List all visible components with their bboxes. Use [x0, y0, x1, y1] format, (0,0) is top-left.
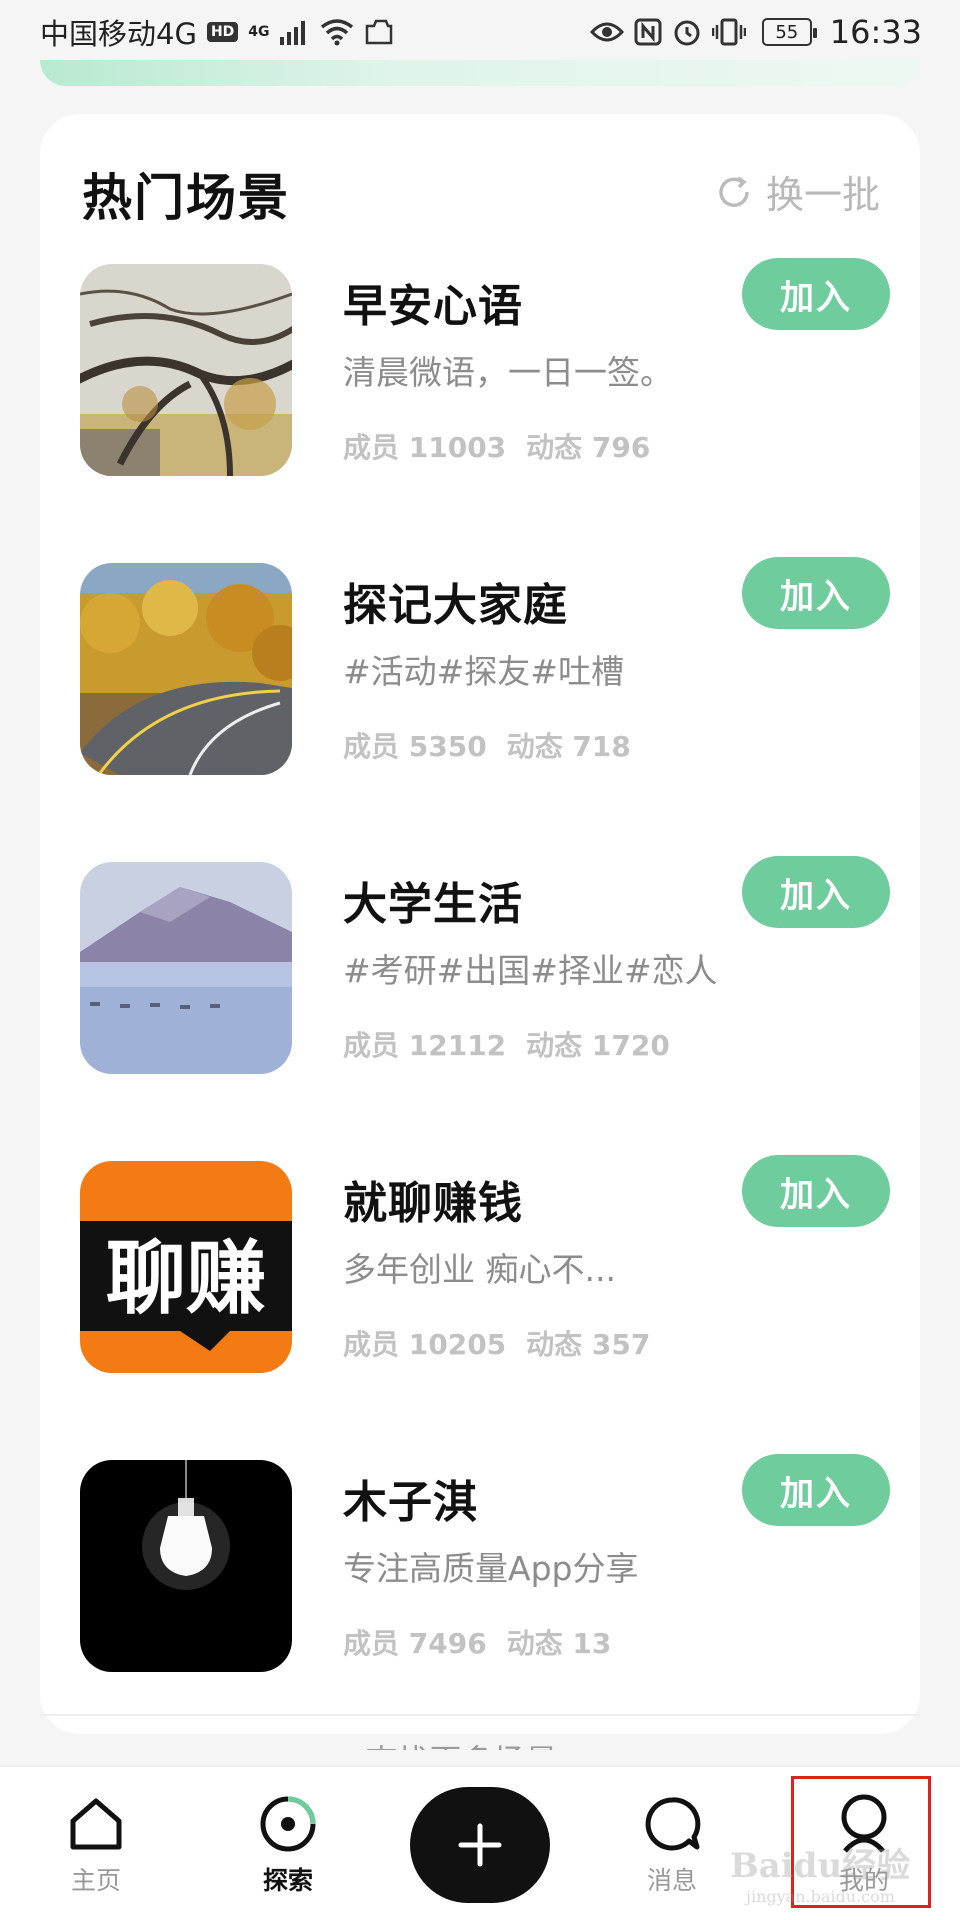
join-button[interactable]: 加入 [742, 1454, 890, 1526]
scene-item[interactable]: 探记大家庭 #活动#探友#吐槽 成员 5350 动态 718 加入 [80, 557, 890, 783]
home-icon [70, 1798, 122, 1850]
join-button[interactable]: 加入 [742, 557, 890, 629]
scene-item[interactable]: 大学生活 #考研#出国#择业#恋人 成员 12112 动态 1720 加入 [80, 856, 890, 1082]
scene-thumbnail[interactable]: 聊赚 [80, 1161, 292, 1373]
hot-scenes-card: 热门场景 换一批 早安心语 清晨微语，一日一签。 成员 11003 动态 796… [40, 114, 920, 1750]
wifi-icon [320, 19, 353, 46]
scene-name: 就聊赚钱 [343, 1178, 523, 1229]
top-banner[interactable] [40, 60, 920, 86]
scene-item[interactable]: 早安心语 清晨微语，一日一签。 成员 11003 动态 796 加入 [80, 258, 890, 484]
scene-stats: 成员 11003 动态 796 [343, 426, 670, 466]
eye-icon [589, 22, 624, 42]
autumn-road-image [80, 563, 292, 775]
tree-branches-image [80, 264, 292, 476]
scene-thumbnail[interactable] [80, 862, 292, 1074]
nav-home[interactable]: 主页 [36, 1793, 156, 1897]
post-count: 动态 718 [506, 730, 631, 763]
post-count: 动态 796 [526, 431, 651, 464]
scene-name: 早安心语 [343, 281, 523, 332]
refresh-label: 换一批 [765, 173, 880, 217]
hd-badge: HD [206, 22, 239, 42]
nav-explore[interactable]: 探索 [228, 1793, 348, 1897]
section-title: 热门场景 [82, 169, 290, 227]
scene-thumbnail[interactable] [80, 264, 292, 476]
scene-name: 探记大家庭 [343, 580, 568, 631]
vibrate-icon [711, 18, 746, 46]
scene-description: 多年创业 痴心不... [343, 1250, 616, 1289]
alarm-icon [674, 20, 700, 46]
status-bar: 中国移动4G HD 4G 55 16:33 [0, 0, 960, 64]
nav-messages[interactable]: 消息 [612, 1793, 732, 1897]
member-count: 成员 12112 [343, 1029, 507, 1062]
create-button[interactable] [410, 1787, 550, 1903]
refresh-button[interactable]: 换一批 [714, 164, 880, 219]
scene-item[interactable]: 聊赚 就聊赚钱 多年创业 痴心不... 成员 10205 动态 357 加入 [80, 1155, 890, 1381]
scene-name: 木子淇 [343, 1477, 478, 1528]
mountain-lake-image [80, 862, 292, 1074]
nav-label: 消息 [646, 1866, 697, 1895]
scene-thumbnail[interactable] [80, 1460, 292, 1672]
battery-indicator: 55 [761, 18, 817, 46]
nfc-icon [634, 18, 662, 46]
scene-stats: 成员 10205 动态 357 [343, 1323, 670, 1363]
network-type-label: 4G [248, 24, 270, 40]
join-button[interactable]: 加入 [742, 856, 890, 928]
message-icon [645, 1797, 701, 1851]
scene-description: 专注高质量App分享 [343, 1549, 639, 1588]
briefcase-icon [365, 19, 392, 45]
scene-stats: 成员 7496 动态 13 [343, 1622, 631, 1662]
scene-stats: 成员 5350 动态 718 [343, 725, 651, 765]
member-count: 成员 7496 [343, 1627, 487, 1660]
orange-logo-image: 聊赚 [80, 1161, 292, 1373]
signal-icon [279, 21, 305, 45]
nav-label: 主页 [70, 1866, 121, 1895]
carrier-label: 中国移动4G [40, 17, 197, 51]
post-count: 动态 357 [526, 1328, 651, 1361]
join-button[interactable]: 加入 [742, 258, 890, 330]
light-bulb-image [80, 1460, 292, 1672]
nav-label: 探索 [262, 1866, 313, 1895]
plus-icon [458, 1823, 502, 1867]
divider [40, 1714, 920, 1716]
scene-description: #活动#探友#吐槽 [343, 652, 624, 691]
scene-name: 大学生活 [343, 879, 523, 930]
join-button[interactable]: 加入 [742, 1155, 890, 1227]
scene-item[interactable]: 木子淇 专注高质量App分享 成员 7496 动态 13 加入 [80, 1454, 890, 1680]
logo-text: 聊赚 [106, 1232, 266, 1325]
watermark-sub: jingyan.baidu.com [746, 1887, 895, 1906]
member-count: 成员 5350 [343, 730, 487, 763]
scene-thumbnail[interactable] [80, 563, 292, 775]
watermark: Baidu经验 jingyan.baidu.com [730, 1838, 910, 1906]
status-time: 16:33 [829, 13, 922, 51]
status-right: 55 16:33 [589, 13, 922, 51]
scene-description: #考研#出国#择业#恋人 [343, 951, 718, 990]
refresh-icon [719, 176, 749, 207]
post-count: 动态 1720 [526, 1029, 670, 1062]
status-left: 中国移动4G HD 4G [40, 11, 394, 53]
watermark-text: Baidu经验 [730, 1846, 911, 1886]
scene-stats: 成员 12112 动态 1720 [343, 1024, 690, 1064]
post-count: 动态 13 [506, 1627, 612, 1660]
member-count: 成员 11003 [343, 431, 507, 464]
explore-icon [260, 1796, 316, 1852]
member-count: 成员 10205 [343, 1328, 507, 1361]
more-scenes-link[interactable]: 查找更多场景 > [40, 1736, 920, 1750]
scene-description: 清晨微语，一日一签。 [343, 353, 673, 392]
